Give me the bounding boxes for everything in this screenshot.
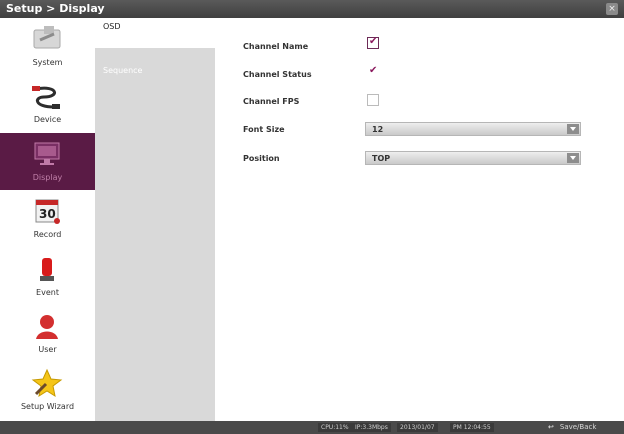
- setup-wizard-icon: [31, 368, 63, 398]
- position-dropdown[interactable]: TOP: [365, 151, 581, 165]
- device-icon: [32, 86, 60, 109]
- tab-column: OSD Sequence: [95, 18, 215, 421]
- position-label: Position: [243, 154, 280, 163]
- sidebar-item-user[interactable]: User: [0, 305, 95, 362]
- display-icon: [34, 142, 60, 165]
- chevron-down-icon: [567, 153, 579, 163]
- sidebar-item-event[interactable]: Event: [0, 248, 95, 305]
- status-bar: CPU:11% IP:3.3Mbps 2013/01/07 PM 12:04:5…: [0, 421, 624, 434]
- channel-name-checkbox[interactable]: ✔: [367, 36, 379, 49]
- network-status: IP:3.3Mbps: [352, 423, 391, 432]
- channel-fps-checkbox[interactable]: [367, 94, 379, 106]
- svg-text:30: 30: [39, 207, 56, 221]
- return-icon: ↩: [548, 423, 554, 431]
- window-title: Setup > Display: [6, 2, 105, 15]
- tab-osd[interactable]: OSD: [95, 18, 215, 48]
- user-icon: [36, 315, 58, 339]
- settings-panel: Channel Name ✔ Channel Status ✔ Channel …: [215, 18, 624, 421]
- sidebar-item-label: System: [32, 58, 63, 67]
- event-icon: [40, 258, 54, 281]
- position-value: TOP: [372, 154, 391, 163]
- sidebar-item-label: Display: [32, 173, 63, 182]
- sidebar-item-label: User: [38, 345, 57, 354]
- time-display: PM 12:04:55: [450, 423, 494, 432]
- sidebar: System Device Display 30 Record Event Us…: [0, 18, 95, 421]
- system-icon: [33, 26, 61, 49]
- channel-fps-label: Channel FPS: [243, 97, 300, 106]
- save-back-button[interactable]: ↩ Save/Back: [548, 422, 620, 433]
- sidebar-item-label: Record: [33, 230, 62, 239]
- chevron-down-icon: [567, 124, 579, 134]
- sidebar-item-record[interactable]: 30 Record: [0, 190, 95, 247]
- channel-status-checkbox[interactable]: ✔: [367, 65, 379, 78]
- record-icon: 30: [35, 199, 60, 224]
- channel-status-label: Channel Status: [243, 70, 312, 79]
- sidebar-item-label: Event: [36, 288, 59, 297]
- font-size-dropdown[interactable]: 12: [365, 122, 581, 136]
- font-size-value: 12: [372, 125, 384, 134]
- check-icon: ✔: [369, 36, 378, 47]
- sidebar-item-setup-wizard[interactable]: Setup Wizard: [0, 362, 95, 419]
- save-back-label: Save/Back: [559, 423, 597, 431]
- sidebar-item-device[interactable]: Device: [0, 75, 95, 132]
- font-size-label: Font Size: [243, 125, 285, 134]
- check-icon: ✔: [369, 65, 378, 76]
- sidebar-item-label: Device: [33, 115, 62, 124]
- sidebar-item-system[interactable]: System: [0, 18, 95, 75]
- channel-name-label: Channel Name: [243, 42, 309, 51]
- close-icon[interactable]: ×: [606, 3, 618, 15]
- setup-window: Setup > Display × System Device Display …: [0, 0, 624, 434]
- date-display: 2013/01/07: [397, 423, 438, 432]
- tab-sequence[interactable]: Sequence: [95, 62, 215, 92]
- sidebar-item-label: Setup Wizard: [20, 402, 75, 411]
- cpu-status: CPU:11%: [318, 423, 352, 432]
- title-bar: Setup > Display ×: [0, 0, 624, 18]
- sidebar-item-display[interactable]: Display: [0, 133, 95, 190]
